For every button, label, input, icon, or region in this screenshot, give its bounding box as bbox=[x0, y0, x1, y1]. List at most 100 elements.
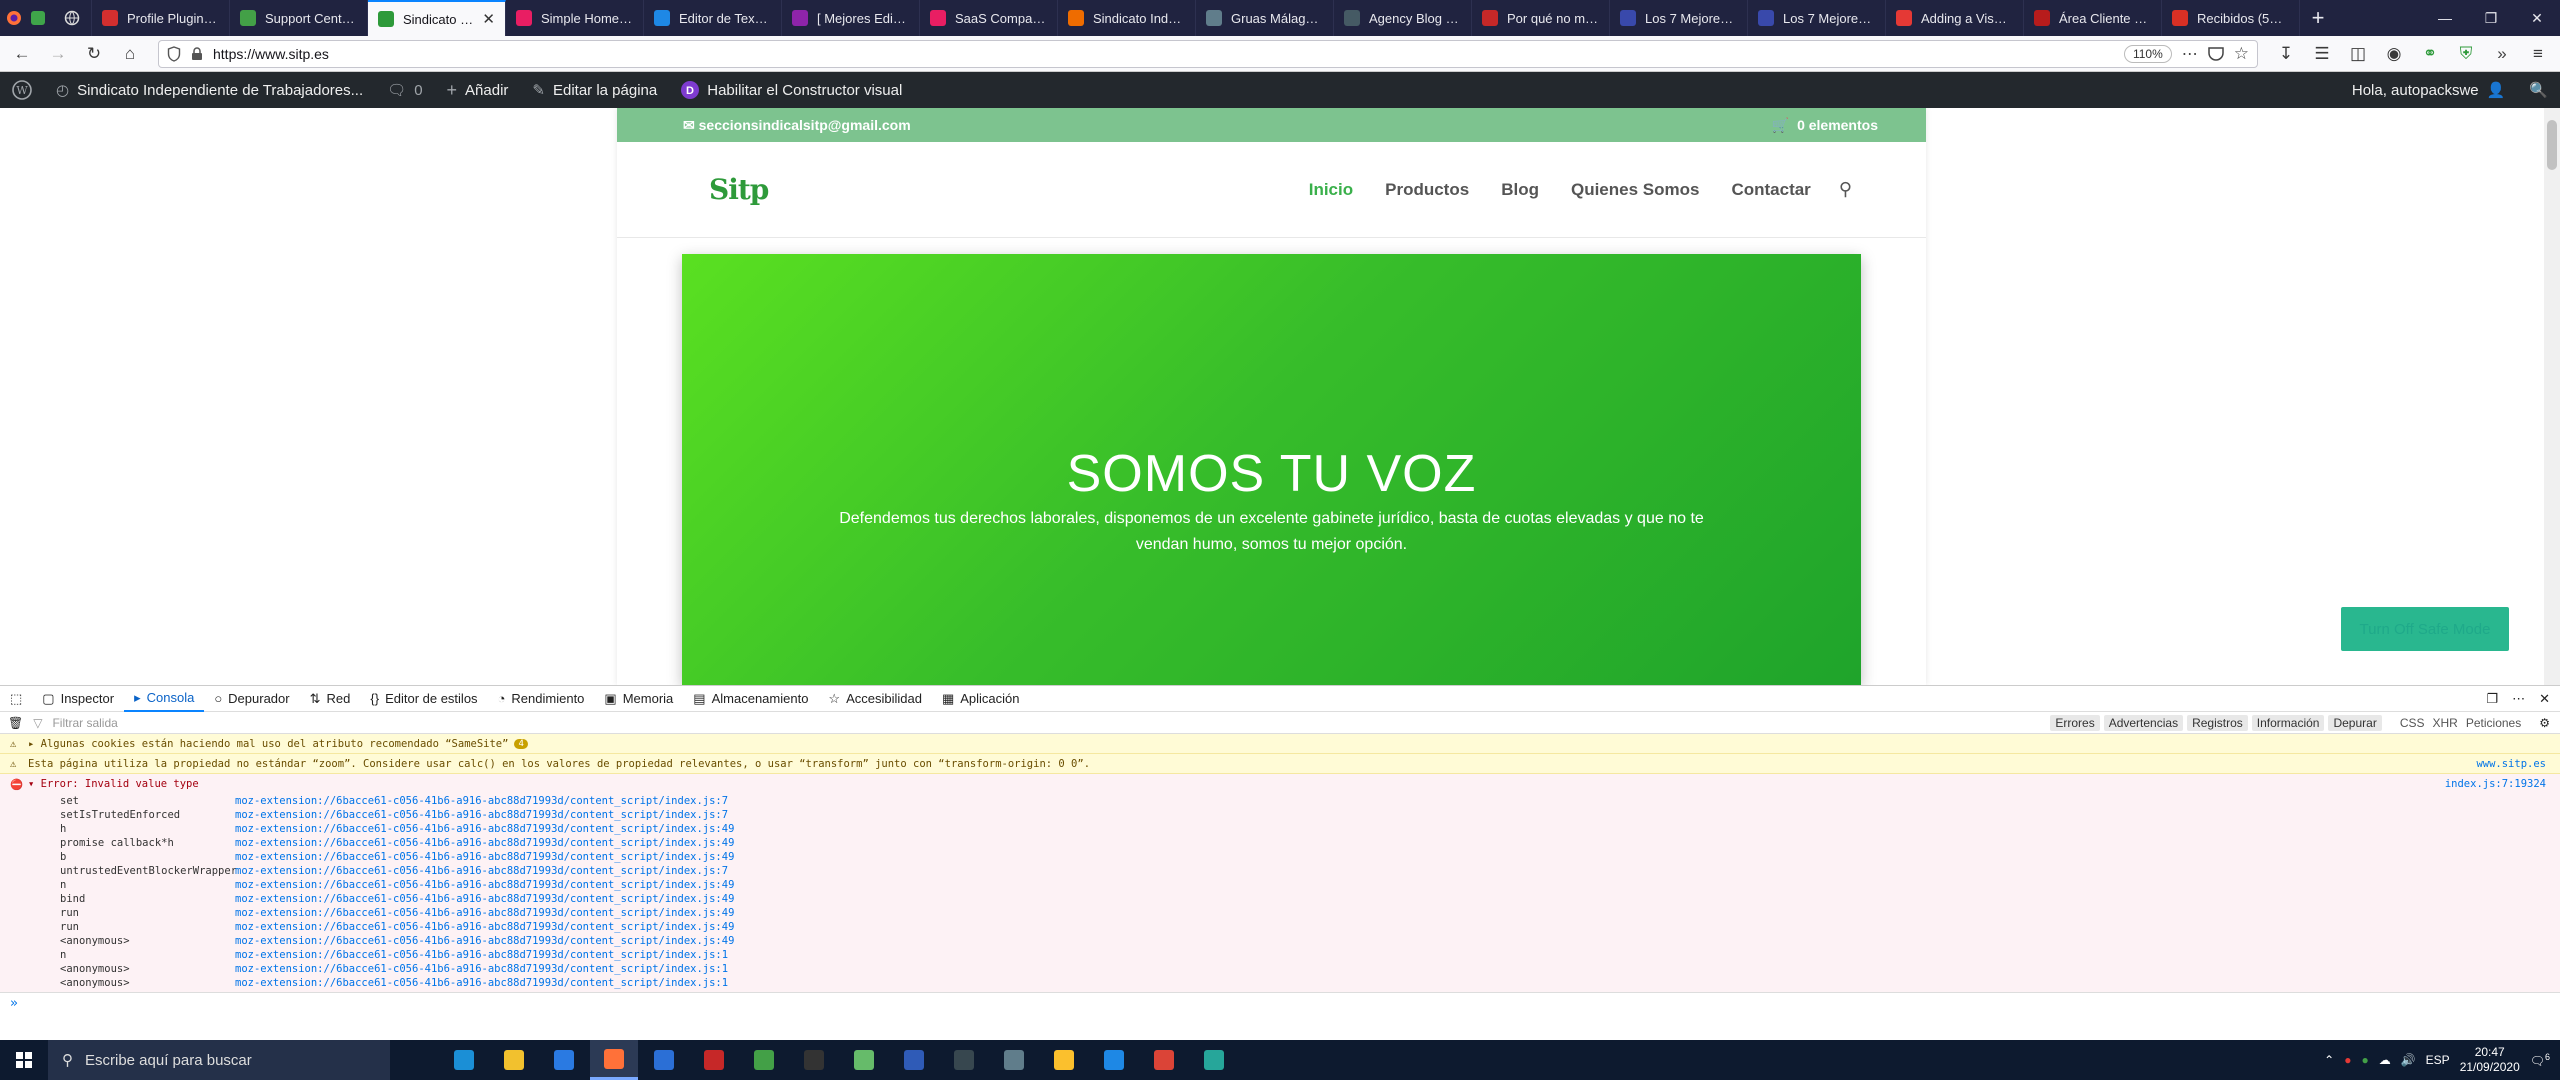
close-window-icon[interactable]: ✕ bbox=[2514, 0, 2560, 36]
frame-location[interactable]: moz-extension://6bacce61-c056-41b6-a916-… bbox=[235, 809, 728, 821]
taskbar-app-chrome[interactable] bbox=[1140, 1040, 1188, 1080]
page-scrollbar[interactable] bbox=[2544, 108, 2560, 685]
filter-text-button[interactable]: Peticiones bbox=[2466, 716, 2521, 730]
account-icon[interactable]: ◉ bbox=[2378, 40, 2410, 68]
pinned-tab-icon[interactable] bbox=[30, 10, 46, 26]
notifications-icon[interactable]: 🗨6 bbox=[2530, 1052, 2550, 1068]
browser-tab[interactable]: Los 7 Mejores Plu bbox=[1748, 0, 1886, 36]
taskbar-app-terminal[interactable] bbox=[940, 1040, 988, 1080]
tab-style-editor[interactable]: {} Editor de estilos bbox=[360, 686, 487, 712]
wp-logo-button[interactable]: W bbox=[0, 72, 44, 108]
dock-icon[interactable]: ❐ bbox=[2486, 691, 2498, 707]
library-icon[interactable]: ☰ bbox=[2306, 40, 2338, 68]
reload-button[interactable]: ↻ bbox=[78, 40, 110, 68]
menu-item-inicio[interactable]: Inicio bbox=[1309, 180, 1353, 200]
taskbar-app-app-green[interactable] bbox=[740, 1040, 788, 1080]
tab-performance[interactable]: ◔ Rendimiento bbox=[488, 686, 595, 712]
console-settings-icon[interactable]: ⚙ bbox=[2539, 716, 2560, 730]
frame-location[interactable]: moz-extension://6bacce61-c056-41b6-a916-… bbox=[235, 949, 728, 961]
browser-tab[interactable]: Sindicato Indep ✕ bbox=[368, 0, 506, 36]
frame-location[interactable]: moz-extension://6bacce61-c056-41b6-a916-… bbox=[235, 823, 734, 835]
home-button[interactable]: ⌂ bbox=[114, 40, 146, 68]
filter-text-button[interactable]: XHR bbox=[2433, 716, 2458, 730]
taskbar-app-mail[interactable] bbox=[540, 1040, 588, 1080]
devtools-close-icon[interactable]: ✕ bbox=[2539, 691, 2550, 707]
browser-tab[interactable]: Agency Blog | AEF bbox=[1334, 0, 1472, 36]
shield-icon[interactable] bbox=[167, 45, 181, 62]
tab-accessibility[interactable]: ☆ Accesibilidad bbox=[818, 686, 932, 712]
menu-item-productos[interactable]: Productos bbox=[1385, 180, 1469, 200]
filter-button[interactable]: Errores bbox=[2050, 714, 2100, 731]
lock-icon[interactable] bbox=[191, 46, 203, 61]
taskbar-search[interactable]: ⚲ Escribe aquí para buscar bbox=[48, 1040, 390, 1080]
wp-visual-builder-link[interactable]: D Habilitar el Constructor visual bbox=[669, 72, 914, 108]
wp-search-button[interactable]: 🔍 bbox=[2517, 72, 2560, 108]
menu-item-contactar[interactable]: Contactar bbox=[1731, 180, 1810, 200]
taskbar-app-app-red[interactable] bbox=[690, 1040, 738, 1080]
menu-item-blog[interactable]: Blog bbox=[1501, 180, 1539, 200]
volume-icon[interactable]: 🔊 bbox=[2401, 1053, 2416, 1067]
console-warning[interactable]: ⚠ Esta página utiliza la propiedad no es… bbox=[0, 754, 2560, 774]
hamburger-menu-icon[interactable]: ≡ bbox=[2522, 40, 2554, 68]
frame-location[interactable]: moz-extension://6bacce61-c056-41b6-a916-… bbox=[235, 879, 734, 891]
url-bar[interactable]: https://www.sitp.es 110% ⋯ ☆ bbox=[158, 39, 2258, 68]
browser-tab[interactable]: Sindicato Indepen bbox=[1058, 0, 1196, 36]
frame-location[interactable]: moz-extension://6bacce61-c056-41b6-a916-… bbox=[235, 977, 728, 989]
frame-location[interactable]: moz-extension://6bacce61-c056-41b6-a916-… bbox=[235, 963, 728, 975]
frame-location[interactable]: moz-extension://6bacce61-c056-41b6-a916-… bbox=[235, 795, 728, 807]
tab-network[interactable]: ⇅ Red bbox=[300, 686, 361, 712]
frame-location[interactable]: moz-extension://6bacce61-c056-41b6-a916-… bbox=[235, 893, 734, 905]
tray-chevron-icon[interactable]: ⌃ bbox=[2324, 1053, 2334, 1067]
bookmark-star-icon[interactable]: ☆ bbox=[2234, 44, 2249, 64]
devtools-more-icon[interactable]: ⋯ bbox=[2512, 691, 2525, 707]
wp-account-menu[interactable]: Hola, autopackswe 👤 bbox=[2340, 72, 2517, 108]
taskbar-app-edge[interactable] bbox=[440, 1040, 488, 1080]
filter-button[interactable]: Información bbox=[2251, 714, 2325, 731]
expand-icon[interactable]: ▾ bbox=[28, 778, 41, 790]
minimize-icon[interactable]: — bbox=[2422, 0, 2468, 36]
frame-location[interactable]: moz-extension://6bacce61-c056-41b6-a916-… bbox=[235, 907, 734, 919]
browser-tab[interactable]: SaaS Company Ca bbox=[920, 0, 1058, 36]
taskbar-app-photoshop[interactable] bbox=[890, 1040, 938, 1080]
pocket-icon[interactable] bbox=[2208, 46, 2224, 61]
tab-memory[interactable]: ▣ Memoria bbox=[594, 686, 683, 712]
tab-console[interactable]: ▸ Consola bbox=[124, 686, 205, 712]
error-source[interactable]: index.js:7:19324 bbox=[2445, 778, 2546, 790]
browser-tab[interactable]: Support Center < bbox=[230, 0, 368, 36]
taskbar-app-sticky-notes[interactable] bbox=[1040, 1040, 1088, 1080]
tab-close-icon[interactable]: ✕ bbox=[482, 10, 495, 28]
back-button[interactable]: ← bbox=[6, 40, 38, 68]
console-warning[interactable]: ⚠ ▸ Algunas cookies están haciendo mal u… bbox=[0, 734, 2560, 754]
site-logo[interactable]: Sitp bbox=[709, 173, 769, 206]
browser-tab[interactable]: Profile Plugin Wo bbox=[92, 0, 230, 36]
wp-edit-page-link[interactable]: ✎ Editar la página bbox=[520, 72, 669, 108]
tab-inspector[interactable]: ▢ Inspector bbox=[32, 686, 124, 712]
sidebar-icon[interactable]: ◫ bbox=[2342, 40, 2374, 68]
expand-icon[interactable]: ▸ bbox=[28, 738, 41, 750]
console-input[interactable]: » bbox=[0, 992, 2560, 1014]
clock[interactable]: 20:47 21/09/2020 bbox=[2460, 1045, 2520, 1075]
safe-mode-button[interactable]: Turn Off Safe Mode bbox=[2341, 607, 2509, 651]
taskbar-app-remote-desktop[interactable] bbox=[1090, 1040, 1138, 1080]
page-scrollbar-thumb[interactable] bbox=[2547, 120, 2557, 170]
extension-key-icon[interactable]: ⚭ bbox=[2414, 40, 2446, 68]
new-tab-button[interactable]: + bbox=[2300, 0, 2336, 36]
taskbar-app-notepad[interactable] bbox=[840, 1040, 888, 1080]
taskbar-app-file-explorer[interactable] bbox=[490, 1040, 538, 1080]
pinned-tab-globe[interactable] bbox=[52, 0, 92, 36]
downloads-icon[interactable]: ↧ bbox=[2270, 40, 2302, 68]
error-header[interactable]: ⛔ ▾ Error: Invalid value type index.js:7… bbox=[0, 774, 2560, 794]
language-indicator[interactable]: ESP bbox=[2426, 1053, 2450, 1067]
browser-tab[interactable]: Gruas Málaga, desde bbox=[1196, 0, 1334, 36]
filter-input[interactable]: Filtrar salida bbox=[52, 716, 2036, 730]
wp-site-link[interactable]: ◴ Sindicato Independiente de Trabajadores… bbox=[44, 72, 375, 108]
frame-location[interactable]: moz-extension://6bacce61-c056-41b6-a916-… bbox=[235, 865, 728, 877]
site-search-icon[interactable]: ⚲ bbox=[1839, 179, 1852, 200]
taskbar-app-7zip[interactable] bbox=[790, 1040, 838, 1080]
tray-app-icon[interactable]: ● bbox=[2361, 1053, 2368, 1067]
taskbar-app-vpn[interactable] bbox=[1190, 1040, 1238, 1080]
menu-item-quienes-somos[interactable]: Quienes Somos bbox=[1571, 180, 1699, 200]
browser-tab[interactable]: Los 7 Mejores Plu bbox=[1610, 0, 1748, 36]
warning-source[interactable]: www.sitp.es bbox=[2476, 758, 2546, 770]
zoom-level[interactable]: 110% bbox=[2123, 44, 2172, 63]
